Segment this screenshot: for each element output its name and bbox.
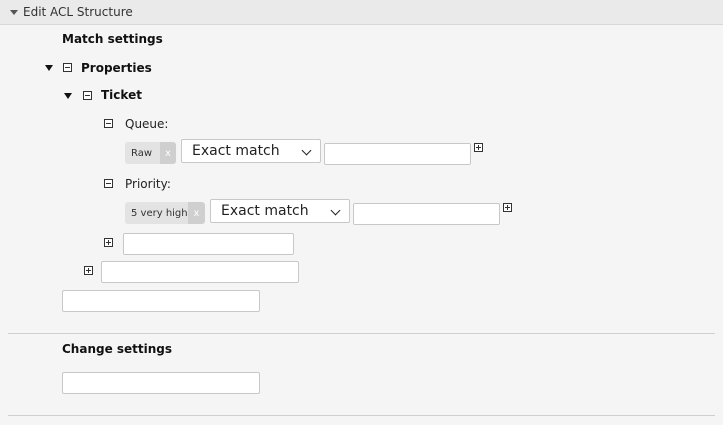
collapse-caret-icon[interactable] <box>10 9 18 15</box>
match-settings-heading: Match settings <box>62 32 163 46</box>
priority-match-select[interactable]: Exact match <box>210 199 350 223</box>
add-attribute-icon[interactable] <box>104 238 113 247</box>
priority-tag-remove-button[interactable]: x <box>188 202 205 224</box>
chevron-down-icon <box>330 205 341 216</box>
ticket-label: Ticket <box>101 88 142 102</box>
properties-label: Properties <box>81 61 152 75</box>
properties-toggle-caret-icon[interactable] <box>45 65 53 71</box>
queue-label: Queue: <box>125 117 169 131</box>
properties-collapse-icon[interactable] <box>63 63 72 72</box>
ticket-toggle-caret-icon[interactable] <box>64 93 72 99</box>
section-header[interactable]: Edit ACL Structure <box>0 0 723 25</box>
new-change-section-input[interactable] <box>62 372 260 394</box>
ticket-collapse-icon[interactable] <box>83 91 92 100</box>
queue-tag-remove-button[interactable]: x <box>160 142 176 164</box>
new-element-input[interactable] <box>101 261 299 283</box>
change-settings-heading: Change settings <box>62 342 173 356</box>
priority-match-select-value: Exact match <box>221 203 309 219</box>
queue-value-input[interactable] <box>324 143 471 165</box>
priority-label: Priority: <box>125 177 171 191</box>
section-divider-bottom <box>8 415 715 416</box>
priority-add-value-icon[interactable] <box>503 203 512 212</box>
queue-add-value-icon[interactable] <box>474 143 483 152</box>
priority-value-input[interactable] <box>353 203 500 225</box>
queue-match-select-value: Exact match <box>192 143 280 159</box>
add-element-icon[interactable] <box>84 266 93 275</box>
section-divider <box>8 333 715 334</box>
priority-remove-icon[interactable] <box>104 179 113 188</box>
queue-match-select[interactable]: Exact match <box>181 139 321 163</box>
queue-remove-icon[interactable] <box>104 119 113 128</box>
new-attribute-input[interactable] <box>123 233 294 255</box>
new-match-section-input[interactable] <box>62 290 260 312</box>
section-title: Edit ACL Structure <box>23 5 133 19</box>
queue-value-tag: Raw <box>125 142 160 164</box>
priority-value-tag: 5 very high <box>125 202 188 224</box>
chevron-down-icon <box>301 145 312 156</box>
